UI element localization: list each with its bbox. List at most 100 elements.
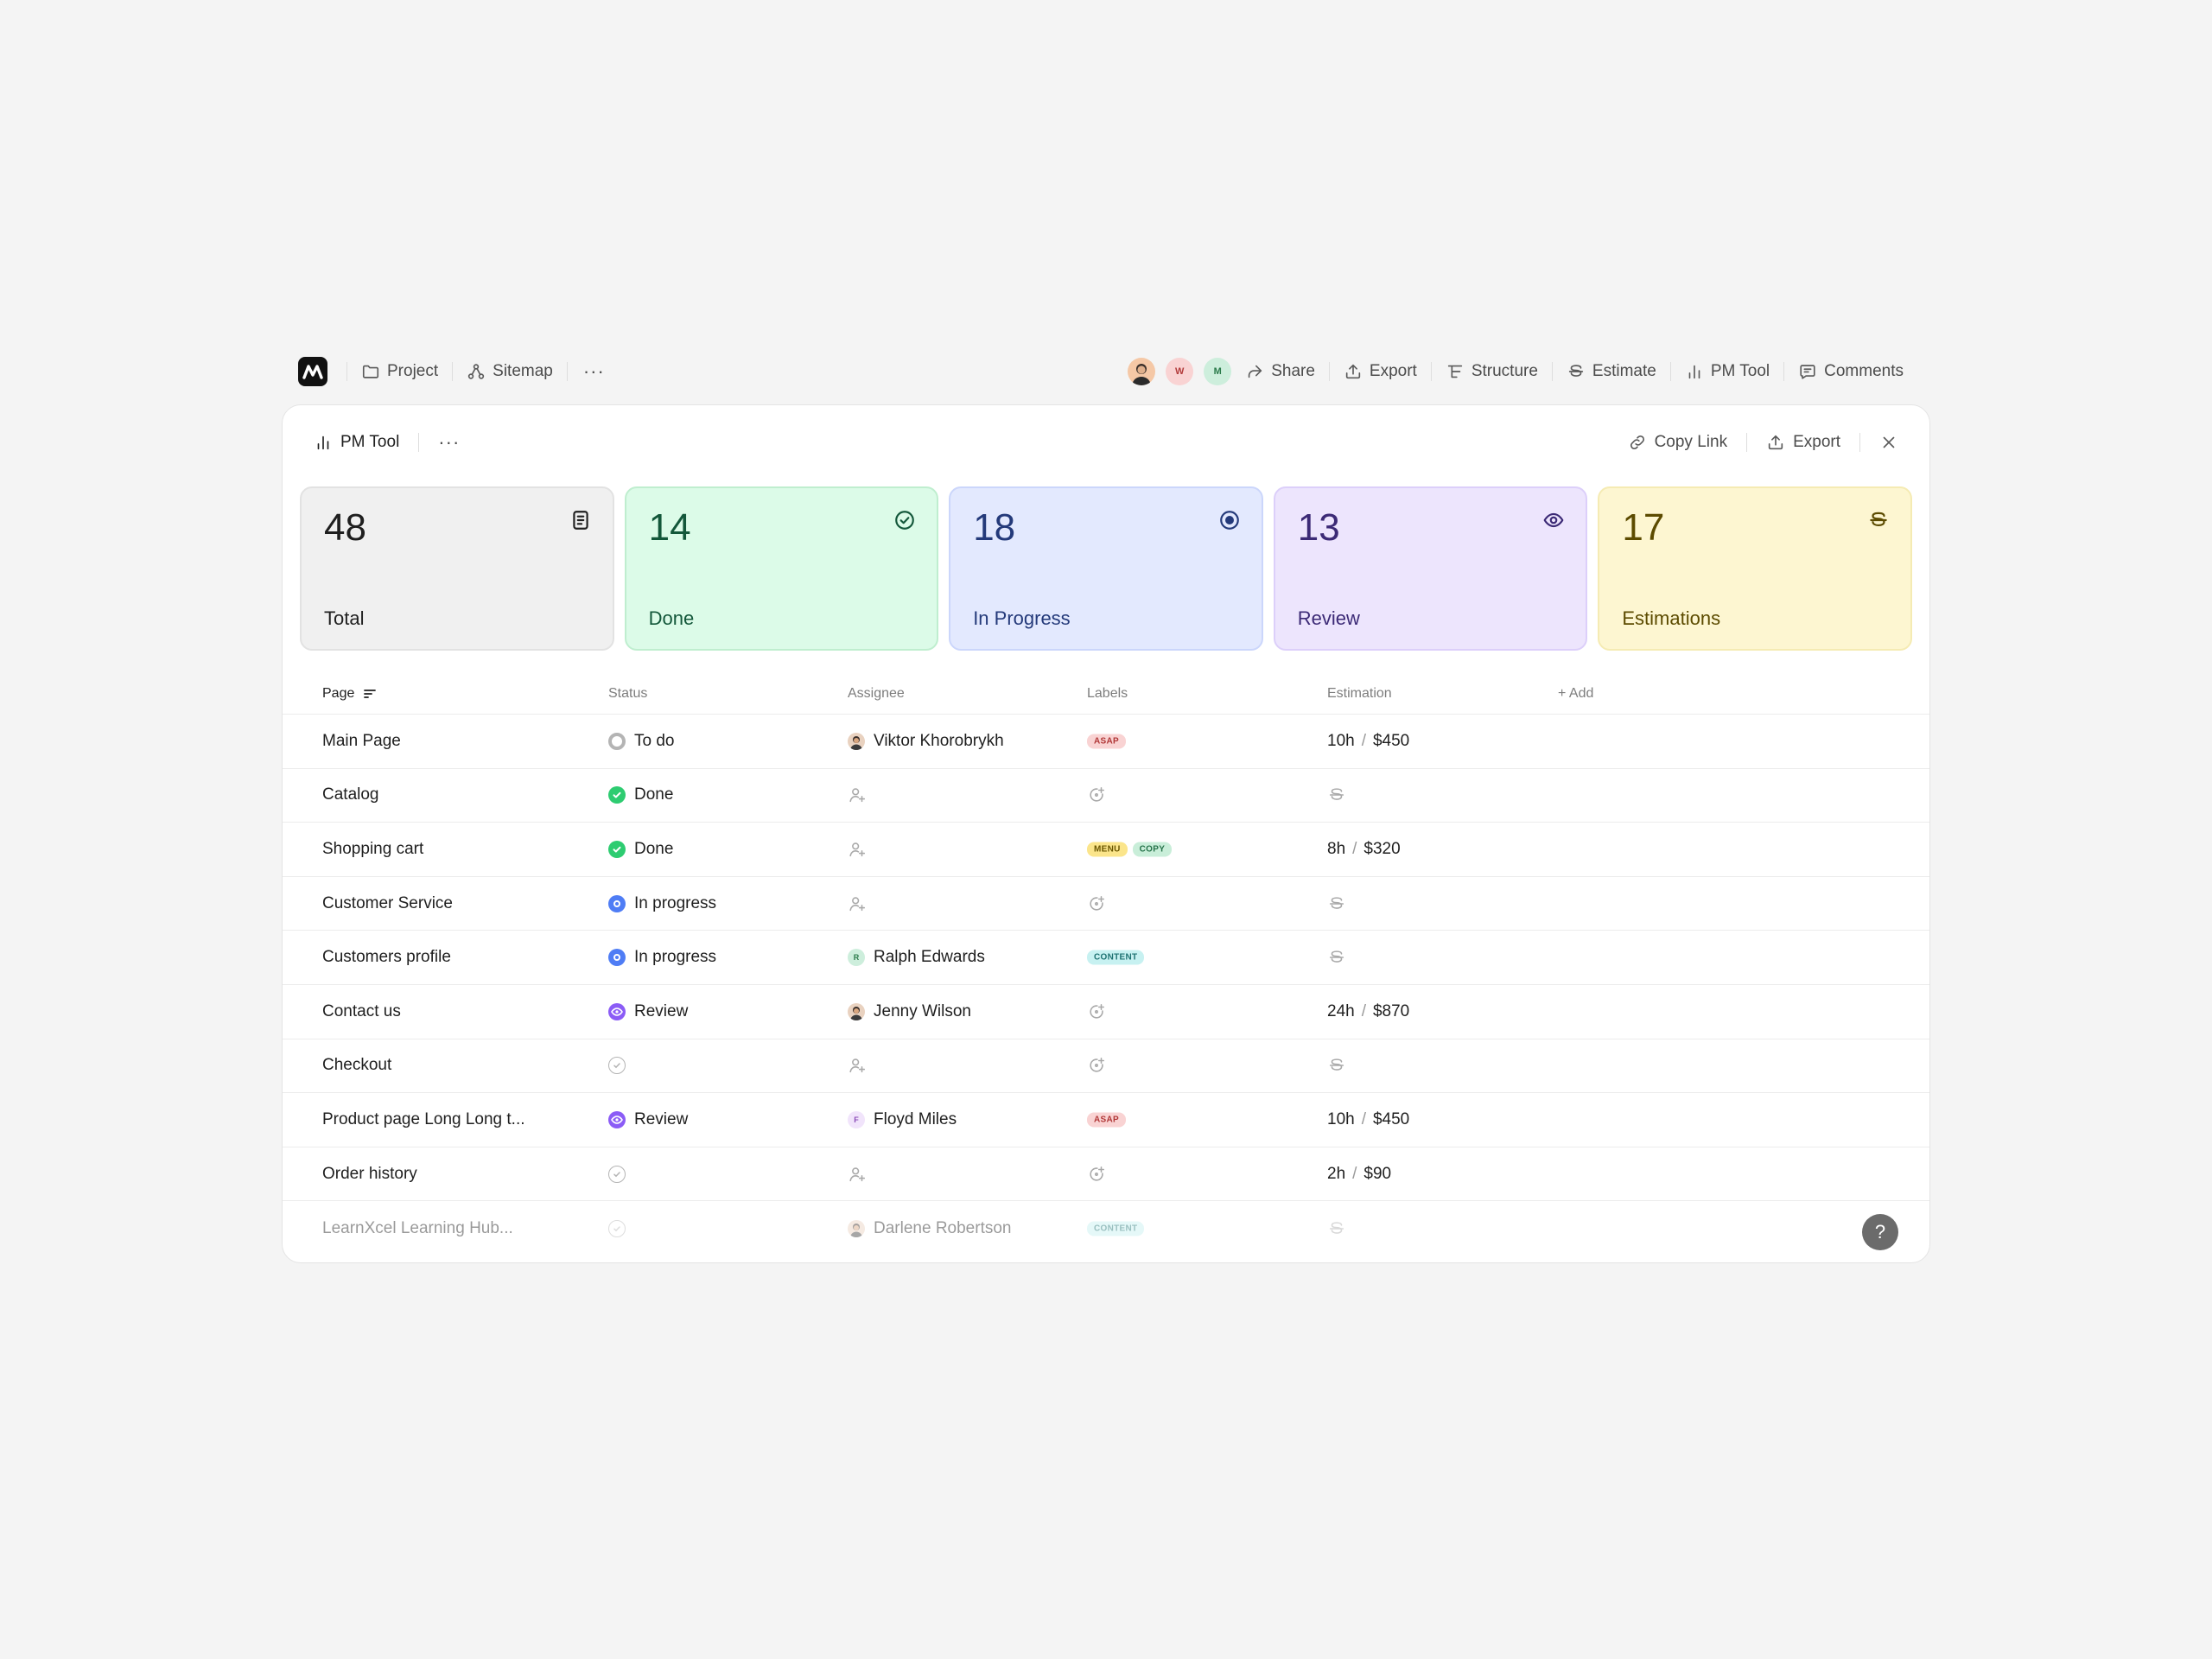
add-user-icon[interactable] bbox=[848, 785, 867, 804]
table-row[interactable]: Product page Long Long t... Review F Floy… bbox=[283, 1093, 1929, 1147]
add-user-icon[interactable] bbox=[848, 894, 867, 913]
page-cell[interactable]: Catalog bbox=[322, 785, 379, 804]
estimation-hours[interactable]: 10h bbox=[1327, 732, 1355, 751]
close-button[interactable] bbox=[1879, 433, 1898, 452]
labels-cell[interactable] bbox=[1087, 1056, 1106, 1075]
label-tag[interactable]: COPY bbox=[1132, 842, 1173, 857]
copy-link-button[interactable]: Copy Link bbox=[1628, 433, 1727, 452]
stat-card-estimations[interactable]: 17 Estimations bbox=[1598, 486, 1912, 651]
page-cell[interactable]: Main Page bbox=[322, 732, 401, 751]
table-row[interactable]: Catalog Done bbox=[283, 769, 1929, 823]
project-button[interactable]: Project bbox=[358, 362, 442, 381]
app-logo[interactable] bbox=[298, 357, 327, 386]
status-progress-icon[interactable] bbox=[608, 894, 626, 912]
estimation-cost[interactable]: $870 bbox=[1373, 1002, 1409, 1021]
add-column-button[interactable]: + Add bbox=[1558, 686, 1593, 702]
labels-cell[interactable] bbox=[1087, 785, 1106, 804]
assignee-cell[interactable]: F Floyd Miles bbox=[848, 1110, 957, 1129]
add-label-icon[interactable] bbox=[1087, 1056, 1106, 1075]
page-cell[interactable]: Checkout bbox=[322, 1056, 391, 1075]
status-review-icon[interactable] bbox=[608, 1110, 626, 1128]
add-user-icon[interactable] bbox=[848, 1056, 867, 1075]
table-row[interactable]: Order history 2h / $90 bbox=[283, 1147, 1929, 1202]
table-row[interactable]: Shopping cart Done MENU COPY 8h / $320 bbox=[283, 823, 1929, 877]
estimation-cell[interactable] bbox=[1327, 1056, 1346, 1075]
add-estimation-icon[interactable] bbox=[1327, 785, 1346, 804]
column-header-assignee[interactable]: Assignee bbox=[848, 686, 905, 702]
label-tag[interactable]: CONTENT bbox=[1087, 1221, 1145, 1236]
estimation-cell[interactable] bbox=[1327, 948, 1346, 967]
estimation-cell[interactable]: 2h / $90 bbox=[1327, 1165, 1391, 1184]
stat-card-in-progress[interactable]: 18 In Progress bbox=[949, 486, 1263, 651]
labels-cell[interactable] bbox=[1087, 1165, 1106, 1184]
labels-cell[interactable]: MENU COPY bbox=[1087, 842, 1173, 857]
estimation-hours[interactable]: 24h bbox=[1327, 1002, 1355, 1021]
labels-cell[interactable] bbox=[1087, 1002, 1106, 1021]
label-tag[interactable]: CONTENT bbox=[1087, 950, 1145, 965]
estimation-cost[interactable]: $450 bbox=[1373, 1110, 1409, 1129]
table-row[interactable]: Main Page To do Viktor Khorobrykh ASAP 1… bbox=[283, 715, 1929, 769]
table-row[interactable]: Customers profile In progress R Ralph Edw… bbox=[283, 931, 1929, 985]
add-estimation-icon[interactable] bbox=[1327, 1219, 1346, 1238]
status-cell[interactable]: Review bbox=[608, 1110, 688, 1129]
status-done-icon[interactable] bbox=[608, 840, 626, 858]
estimation-cell[interactable]: 10h / $450 bbox=[1327, 732, 1409, 751]
pm-tool-button[interactable]: PM Tool bbox=[1681, 362, 1773, 381]
avatar[interactable]: M bbox=[1204, 358, 1232, 385]
status-todo-icon[interactable] bbox=[608, 732, 626, 750]
add-label-icon[interactable] bbox=[1087, 1002, 1106, 1021]
status-empty-icon[interactable] bbox=[608, 1219, 626, 1237]
status-cell[interactable] bbox=[608, 1057, 626, 1075]
labels-cell[interactable]: ASAP bbox=[1087, 734, 1126, 749]
assignee-cell[interactable]: Jenny Wilson bbox=[848, 1002, 971, 1021]
stat-card-done[interactable]: 14 Done bbox=[624, 486, 939, 651]
page-cell[interactable]: Order history bbox=[322, 1165, 417, 1184]
assignee-cell[interactable] bbox=[848, 840, 867, 859]
estimation-hours[interactable]: 10h bbox=[1327, 1110, 1355, 1129]
status-progress-icon[interactable] bbox=[608, 949, 626, 967]
page-cell[interactable]: Customer Service bbox=[322, 894, 453, 913]
panel-more-button[interactable]: ··· bbox=[438, 433, 460, 452]
status-cell[interactable]: In progress bbox=[608, 948, 716, 967]
labels-cell[interactable]: CONTENT bbox=[1087, 950, 1145, 965]
labels-cell[interactable]: CONTENT bbox=[1087, 1221, 1145, 1236]
estimation-cell[interactable] bbox=[1327, 785, 1346, 804]
export-button[interactable]: Export bbox=[1340, 362, 1421, 381]
assignee-name[interactable]: Darlene Robertson bbox=[874, 1219, 1011, 1238]
add-label-icon[interactable] bbox=[1087, 785, 1106, 804]
sort-icon[interactable] bbox=[363, 687, 377, 701]
estimation-cost[interactable]: $320 bbox=[1363, 840, 1400, 859]
estimation-cell[interactable] bbox=[1327, 894, 1346, 913]
assignee-cell[interactable]: Viktor Khorobrykh bbox=[848, 732, 1004, 751]
page-cell[interactable]: Shopping cart bbox=[322, 840, 423, 859]
assignee-cell[interactable] bbox=[848, 1056, 867, 1075]
labels-cell[interactable]: ASAP bbox=[1087, 1112, 1126, 1128]
add-user-icon[interactable] bbox=[848, 1165, 867, 1184]
assignee-name[interactable]: Ralph Edwards bbox=[874, 948, 985, 967]
assignee-cell[interactable]: Darlene Robertson bbox=[848, 1219, 1011, 1238]
assignee-name[interactable]: Jenny Wilson bbox=[874, 1002, 971, 1021]
table-row[interactable]: Contact us Review Jenny Wilson 24h / $870 bbox=[283, 985, 1929, 1039]
add-user-icon[interactable] bbox=[848, 840, 867, 859]
table-row[interactable]: Customer Service In progress bbox=[283, 877, 1929, 931]
avatar[interactable] bbox=[1128, 358, 1156, 385]
column-header-page[interactable]: Page bbox=[322, 686, 377, 702]
add-estimation-icon[interactable] bbox=[1327, 948, 1346, 967]
assignee-cell[interactable]: R Ralph Edwards bbox=[848, 948, 985, 967]
stat-card-review[interactable]: 13 Review bbox=[1273, 486, 1588, 651]
page-cell[interactable]: Contact us bbox=[322, 1002, 401, 1021]
status-cell[interactable]: Done bbox=[608, 840, 673, 859]
page-cell[interactable]: Customers profile bbox=[322, 948, 451, 967]
label-tag[interactable]: MENU bbox=[1087, 842, 1128, 857]
estimation-cost[interactable]: $450 bbox=[1373, 732, 1409, 751]
page-cell[interactable]: Product page Long Long t... bbox=[322, 1110, 525, 1129]
status-cell[interactable] bbox=[608, 1219, 626, 1237]
estimation-cell[interactable]: 24h / $870 bbox=[1327, 1002, 1409, 1021]
estimation-cell[interactable] bbox=[1327, 1219, 1346, 1238]
estimation-cost[interactable]: $90 bbox=[1363, 1165, 1391, 1184]
status-review-icon[interactable] bbox=[608, 1002, 626, 1020]
status-empty-icon[interactable] bbox=[608, 1057, 626, 1075]
comments-button[interactable]: Comments bbox=[1795, 362, 1907, 381]
estimation-hours[interactable]: 2h bbox=[1327, 1165, 1345, 1184]
estimation-hours[interactable]: 8h bbox=[1327, 840, 1345, 859]
